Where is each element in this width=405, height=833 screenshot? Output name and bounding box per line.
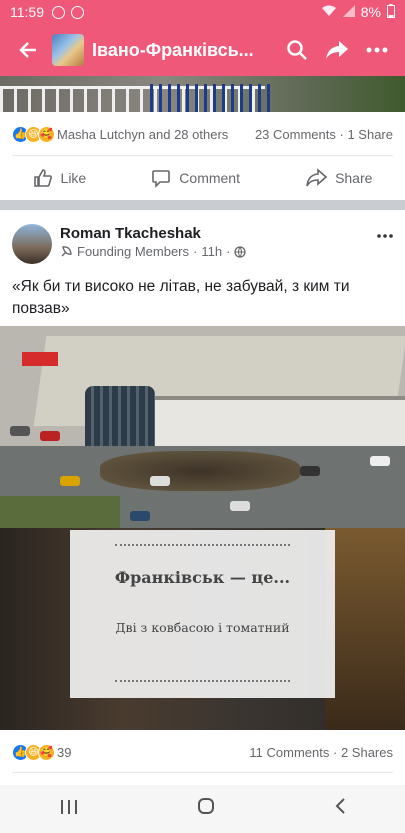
share-group-button[interactable]: [317, 30, 357, 70]
globe-icon: [234, 245, 247, 258]
car: [130, 511, 150, 521]
member-badge[interactable]: Founding Members: [77, 244, 189, 259]
home-button[interactable]: [197, 797, 215, 821]
store-sign: [22, 352, 58, 366]
post-action-bar: Like Comment Share: [0, 156, 405, 200]
reactions-summary[interactable]: Masha Lutchyn and 28 others: [57, 127, 228, 142]
group-avatar[interactable]: [52, 34, 84, 66]
promo-card: Франківськ — це... Дві з ковбасою і тома…: [70, 530, 335, 698]
post-time[interactable]: 11h: [201, 244, 222, 259]
messenger-icon: [52, 5, 65, 19]
comment-icon: [152, 170, 171, 188]
car: [10, 426, 30, 436]
post-meta: Founding Members · 11h ·: [60, 244, 247, 259]
home-icon: [197, 798, 214, 814]
post-reactions: 👍 😆 🥰 39 11 Comments · 2 Shares: [0, 732, 405, 772]
arrow-left-icon: [19, 42, 36, 58]
status-time: 11:59: [10, 4, 44, 20]
wifi-icon: [321, 4, 337, 20]
battery-text: 8%: [360, 4, 381, 20]
share-button[interactable]: Share: [305, 168, 372, 188]
car: [370, 456, 390, 466]
back-button[interactable]: [8, 30, 48, 70]
account-icon: [71, 5, 84, 19]
recent-apps-icon: [60, 799, 77, 814]
reaction-icons[interactable]: 👍 😆 🥰: [12, 743, 55, 761]
comments-count[interactable]: 23 Comments: [255, 127, 336, 142]
app-bar: Івано-Франківсь...: [0, 24, 405, 76]
reactions-count[interactable]: 39: [57, 745, 71, 760]
post-header: Roman Tkacheshak Founding Members · 11h …: [0, 210, 405, 270]
grass-area: [0, 496, 120, 528]
divider: [12, 772, 393, 773]
car: [40, 431, 60, 441]
system-nav-bar: [0, 785, 405, 833]
comment-label: Comment: [179, 170, 240, 186]
dotted-line: [115, 680, 290, 682]
recent-apps-button[interactable]: [60, 798, 78, 821]
like-button[interactable]: Like: [33, 168, 87, 188]
group-title[interactable]: Івано-Франківсь...: [92, 40, 277, 61]
status-bar: 11:59 8%: [0, 0, 405, 24]
post-options-button[interactable]: [377, 222, 393, 243]
chevron-left-icon: [335, 798, 345, 814]
previous-post-image[interactable]: [0, 76, 405, 112]
shares-count[interactable]: 1 Share: [347, 127, 393, 142]
more-dots-icon: [366, 47, 388, 53]
car: [300, 466, 320, 476]
search-icon: [287, 40, 307, 60]
share-label: Share: [335, 170, 373, 186]
car: [150, 476, 170, 486]
comments-count[interactable]: 11 Comments: [249, 745, 329, 760]
reaction-icons[interactable]: 👍 😆 🥰: [12, 125, 55, 143]
signal-icon: [342, 4, 355, 20]
car: [60, 476, 80, 486]
battery-icon: [387, 3, 395, 21]
more-dots-icon: [377, 234, 393, 238]
author-name[interactable]: Roman Tkacheshak: [60, 225, 201, 242]
search-button[interactable]: [277, 30, 317, 70]
like-label: Like: [60, 170, 87, 186]
previous-post-reactions: 👍 😆 🥰 Masha Lutchyn and 28 others 23 Com…: [0, 114, 405, 154]
crowd: [100, 451, 300, 491]
post-photo[interactable]: [0, 326, 405, 528]
background-shelves: [325, 528, 405, 730]
dotted-line: [115, 544, 290, 546]
promo-title: Франківськ — це...: [114, 568, 291, 587]
railing: [150, 84, 270, 112]
care-reaction-icon: 🥰: [38, 125, 55, 143]
engagement-counts: 23 Comments · 1 Share: [255, 127, 393, 142]
dot-separator: ·: [226, 244, 231, 259]
promo-subtitle: Дві з ковбасою і томатний: [115, 620, 290, 635]
care-reaction-icon: 🥰: [38, 743, 55, 761]
dot-separator: ·: [193, 244, 198, 259]
share-icon: [306, 168, 328, 187]
shares-count[interactable]: 2 Shares: [341, 745, 393, 760]
back-nav-button[interactable]: [334, 797, 346, 821]
post-promo-image[interactable]: Франківськ — це... Дві з ковбасою і тома…: [0, 528, 405, 730]
author-avatar[interactable]: [12, 224, 52, 264]
comment-button[interactable]: Comment: [151, 168, 240, 188]
thumbs-up-icon: [33, 169, 52, 187]
post-text: «Як би ти високо не літав, не забувай, з…: [12, 278, 350, 317]
car: [230, 501, 250, 511]
share-arrow-icon: [326, 41, 348, 59]
dot-separator: ·: [333, 744, 341, 760]
engagement-counts: 11 Comments · 2 Shares: [249, 745, 393, 760]
founding-badge-icon: [61, 246, 72, 257]
post-separator: [0, 200, 405, 210]
more-options-button[interactable]: [357, 30, 397, 70]
